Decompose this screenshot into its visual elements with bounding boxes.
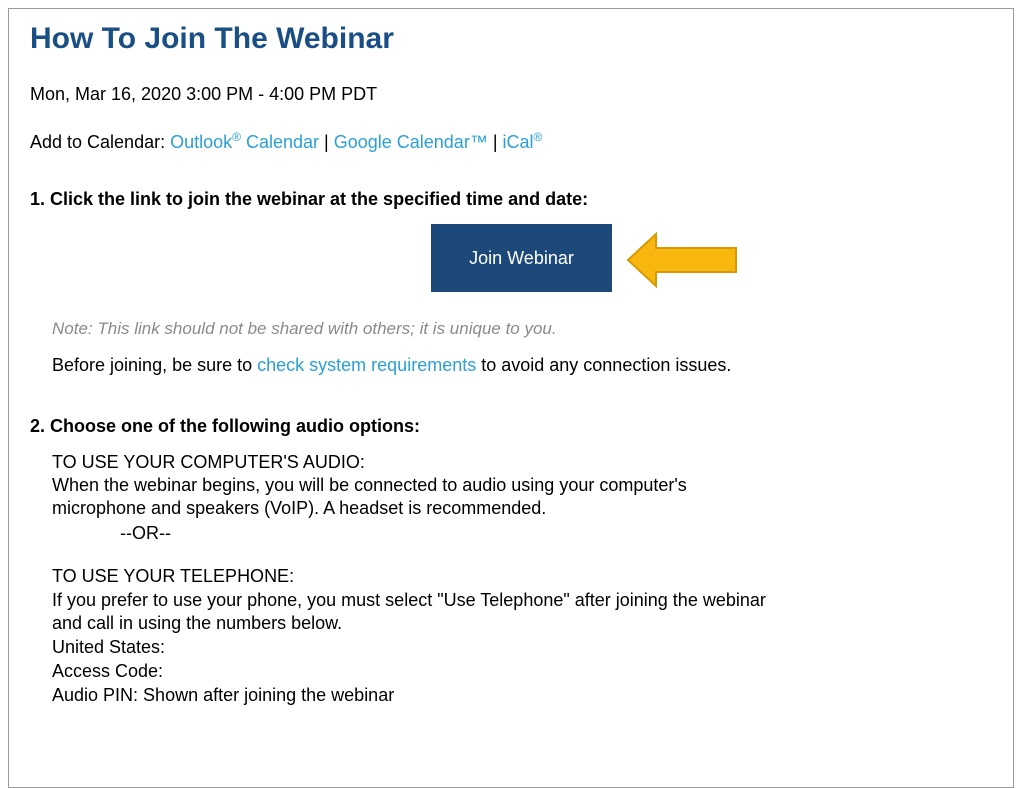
outlook-link-suffix: Calendar [240, 132, 320, 152]
computer-audio-text: When the webinar begins, you will be con… [52, 475, 687, 495]
step1-heading: 1. Click the link to join the webinar at… [30, 189, 589, 209]
telephone-text: If you prefer to use your phone, you mus… [52, 590, 766, 610]
before-text-prefix: Before joining, be sure to [52, 355, 258, 375]
page-title: How To Join The Webinar [30, 22, 394, 55]
ical-link[interactable]: iCal® [502, 130, 543, 152]
left-arrow-icon [626, 232, 737, 288]
before-text-suffix: to avoid any connection issues. [476, 355, 732, 375]
google-calendar-link[interactable]: Google Calendar™ [334, 132, 488, 152]
telephone-text: and call in using the numbers below. [52, 613, 343, 633]
computer-audio-text: microphone and speakers (VoIP). A headse… [52, 498, 547, 518]
calendar-separator: | [319, 132, 334, 152]
telephone-heading: TO USE YOUR TELEPHONE: [52, 566, 295, 586]
outlook-link-text: Outlook [170, 132, 233, 152]
check-system-requirements-link[interactable]: check system requirements [257, 355, 476, 375]
or-divider: --OR-- [120, 523, 171, 543]
united-states-number: United States: [52, 637, 166, 657]
system-requirements-text: Before joining, be sure to check system … [52, 355, 731, 376]
outlook-registered-mark: ® [232, 130, 241, 144]
computer-audio-heading: TO USE YOUR COMPUTER'S AUDIO: [52, 452, 365, 472]
step2-heading: 2. Choose one of the following audio opt… [30, 416, 420, 436]
outlook-calendar-link[interactable]: Outlook® Calendar [170, 130, 320, 152]
ical-link-text: iCal [502, 132, 534, 152]
link-note: Note: This link should not be shared wit… [52, 319, 557, 338]
audio-pin: Audio PIN: Shown after joining the webin… [52, 685, 395, 705]
calendar-separator: | [487, 132, 503, 152]
join-webinar-button[interactable]: Join Webinar [431, 224, 612, 292]
access-code: Access Code: [52, 661, 164, 681]
ical-registered-mark: ® [533, 130, 543, 144]
add-to-calendar-label: Add to Calendar: [30, 132, 171, 152]
event-datetime: Mon, Mar 16, 2020 3:00 PM - 4:00 PM PDT [30, 84, 378, 104]
add-to-calendar-row: Add to Calendar: Outlook® Calendar | Goo… [30, 130, 542, 153]
